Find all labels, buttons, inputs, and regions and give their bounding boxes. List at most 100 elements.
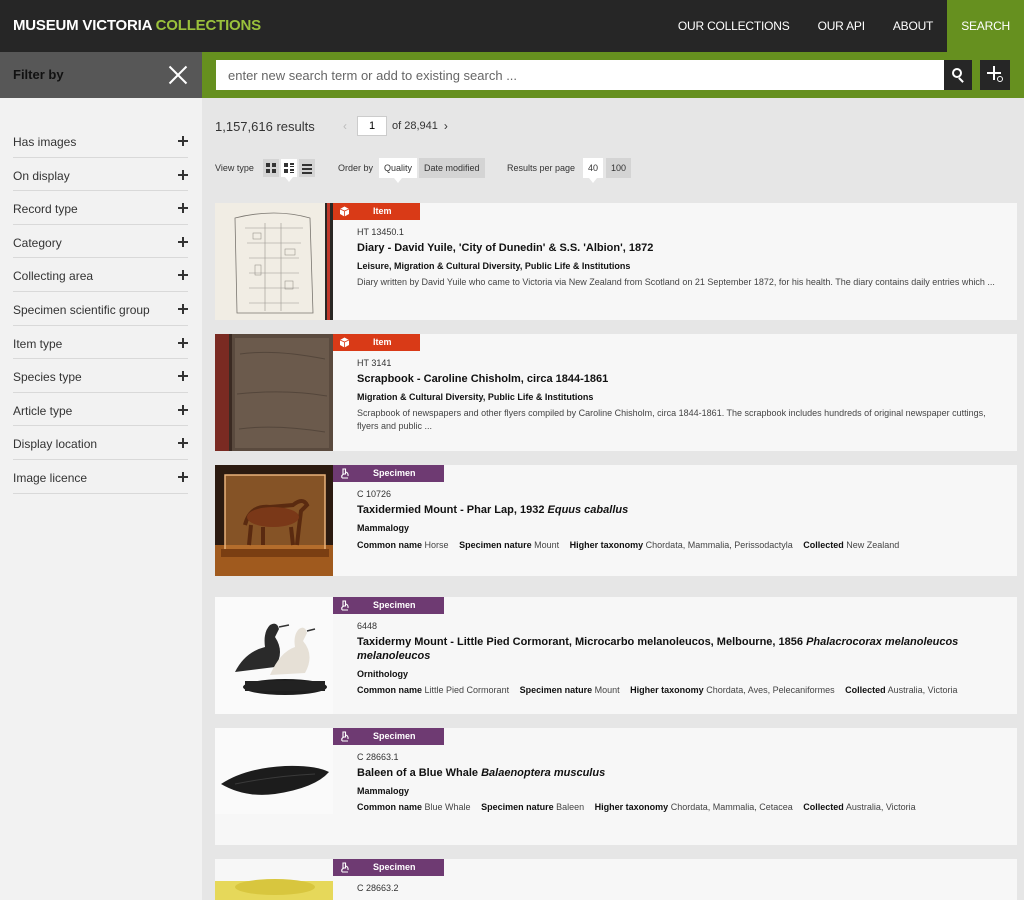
view-type-label: View type (215, 163, 254, 173)
result-title[interactable]: Scrapbook - Caroline Chisholm, circa 184… (357, 372, 608, 386)
add-to-search-button[interactable] (980, 60, 1010, 90)
cormorant-image (215, 597, 333, 714)
result-thumbnail[interactable] (215, 203, 333, 320)
meta-value: Australia, Victoria (887, 685, 958, 695)
page-number-input[interactable] (357, 116, 387, 136)
result-card[interactable]: Item HT 3141 Scrapbook - Caroline Chisho… (215, 334, 1017, 451)
result-categories: Migration & Cultural Diversity, Public L… (357, 392, 594, 402)
results-per-page-label: Results per page (507, 163, 576, 173)
microscope-icon (341, 862, 349, 873)
view-list-button[interactable] (299, 159, 315, 177)
facet-record-type[interactable]: Record type (13, 191, 188, 225)
facet-label: Article type (13, 403, 73, 418)
result-title[interactable]: Baleen of a Blue Whale Balaenoptera musc… (357, 766, 605, 780)
scrapbook-image (215, 334, 333, 451)
facet-label: Category (13, 235, 62, 250)
result-thumbnail[interactable] (215, 334, 333, 451)
result-discipline: Mammalogy (357, 786, 410, 796)
pagination: ‹ of 28,941 › (343, 116, 448, 136)
facet-specimen-scientific-group[interactable]: Specimen scientific group (13, 292, 188, 326)
facet-item-type[interactable]: Item type (13, 326, 188, 360)
plus-icon[interactable] (178, 337, 188, 348)
meta-value: Mount (594, 685, 620, 695)
title-text: Taxidermy Mount - Little Pied Cormorant,… (357, 636, 803, 648)
logo-accent: COLLECTIONS (155, 17, 262, 34)
nav-search[interactable]: SEARCH (947, 0, 1024, 52)
registration-number: HT 3141 (357, 358, 392, 368)
microscope-icon (341, 731, 349, 742)
result-card[interactable]: Specimen C 28663.1 Baleen of a Blue Whal… (215, 728, 1017, 845)
result-title[interactable]: Taxidermy Mount - Little Pied Cormorant,… (357, 635, 977, 663)
plus-icon[interactable] (178, 236, 188, 247)
facet-label: Record type (13, 202, 78, 217)
filter-title: Filter by (13, 67, 64, 82)
plus-icon[interactable] (178, 404, 188, 415)
record-type-badge: Specimen (333, 465, 444, 482)
badge-label: Specimen (373, 731, 416, 741)
per-page-40-button[interactable]: 40 (583, 158, 604, 183)
result-card[interactable]: Specimen C 10726 Taxidermied Mount - Pha… (215, 465, 1017, 576)
nav-our-api[interactable]: OUR API (804, 0, 879, 52)
result-thumbnail[interactable] (215, 465, 333, 576)
results-controls: View type Order by Quality Date modified… (215, 158, 1015, 183)
result-card[interactable]: Specimen C 28663.2 (215, 859, 1017, 900)
plus-icon[interactable] (178, 203, 188, 214)
result-title[interactable]: Diary - David Yuile, 'City of Dunedin' &… (357, 241, 653, 255)
facet-article-type[interactable]: Article type (13, 393, 188, 427)
meta-value: Little Pied Cormorant (424, 685, 510, 695)
record-type-badge: Item (333, 203, 420, 220)
facet-species-type[interactable]: Species type (13, 359, 188, 393)
plus-icon[interactable] (178, 371, 188, 382)
result-thumbnail[interactable] (215, 728, 333, 814)
search-input[interactable] (216, 60, 944, 90)
search-icon-handle (958, 77, 964, 83)
baleen-image (215, 728, 333, 814)
search-icon (952, 68, 962, 78)
results-count: 1,157,616 results (215, 119, 315, 134)
facet-label: Item type (13, 336, 63, 351)
nav-our-collections[interactable]: OUR COLLECTIONS (664, 0, 804, 52)
title-scientific-name: Equus caballus (547, 504, 629, 516)
filter-header: Filter by (0, 52, 202, 98)
next-page-icon[interactable]: › (444, 119, 448, 133)
prev-page-icon[interactable]: ‹ (343, 119, 357, 133)
meta-key: Higher taxonomy (569, 540, 644, 550)
facet-has-images[interactable]: Has images (13, 124, 188, 158)
title-text: Baleen of a Blue Whale (357, 767, 479, 779)
facet-on-display[interactable]: On display (13, 158, 188, 192)
result-card[interactable]: Item HT 13450.1 Diary - David Yuile, 'Ci… (215, 203, 1017, 320)
view-list-detail-button[interactable] (281, 159, 297, 182)
meta-key: Specimen nature (481, 802, 554, 812)
plus-icon[interactable] (178, 471, 188, 482)
facet-image-licence[interactable]: Image licence (13, 460, 188, 494)
page-total: of 28,941 (392, 120, 438, 132)
order-date-modified-button[interactable]: Date modified (419, 158, 485, 178)
site-logo[interactable]: MUSEUM VICTORIA COLLECTIONS (13, 17, 261, 34)
plus-icon[interactable] (178, 136, 188, 146)
result-card[interactable]: Specimen 6448 Taxidermy Mount - Little P… (215, 597, 1017, 714)
record-type-badge: Item (333, 334, 420, 351)
plus-icon[interactable] (178, 169, 188, 180)
plus-icon[interactable] (178, 303, 188, 314)
microscope-icon (341, 600, 349, 611)
facet-display-location[interactable]: Display location (13, 426, 188, 460)
microscope-icon (341, 468, 349, 479)
nav-about[interactable]: ABOUT (879, 0, 947, 52)
view-grid-button[interactable] (263, 159, 279, 177)
result-discipline: Ornithology (357, 669, 408, 679)
search-button[interactable] (944, 60, 972, 90)
facet-category[interactable]: Category (13, 225, 188, 259)
result-title[interactable]: Taxidermied Mount - Phar Lap, 1932 Equus… (357, 503, 628, 517)
facet-label: Has images (13, 135, 77, 149)
meta-key: Common name (357, 802, 423, 812)
result-thumbnail[interactable] (215, 597, 333, 714)
plus-icon[interactable] (178, 270, 188, 281)
close-icon[interactable] (168, 65, 188, 85)
order-quality-button[interactable]: Quality (379, 158, 418, 183)
facet-collecting-area[interactable]: Collecting area (13, 258, 188, 292)
result-thumbnail[interactable] (215, 859, 333, 900)
plus-icon[interactable] (178, 438, 188, 449)
specimen-image (215, 859, 333, 900)
per-page-100-button[interactable]: 100 (606, 158, 632, 178)
result-meta: Common name Little Pied Cormorant Specim… (357, 685, 966, 695)
